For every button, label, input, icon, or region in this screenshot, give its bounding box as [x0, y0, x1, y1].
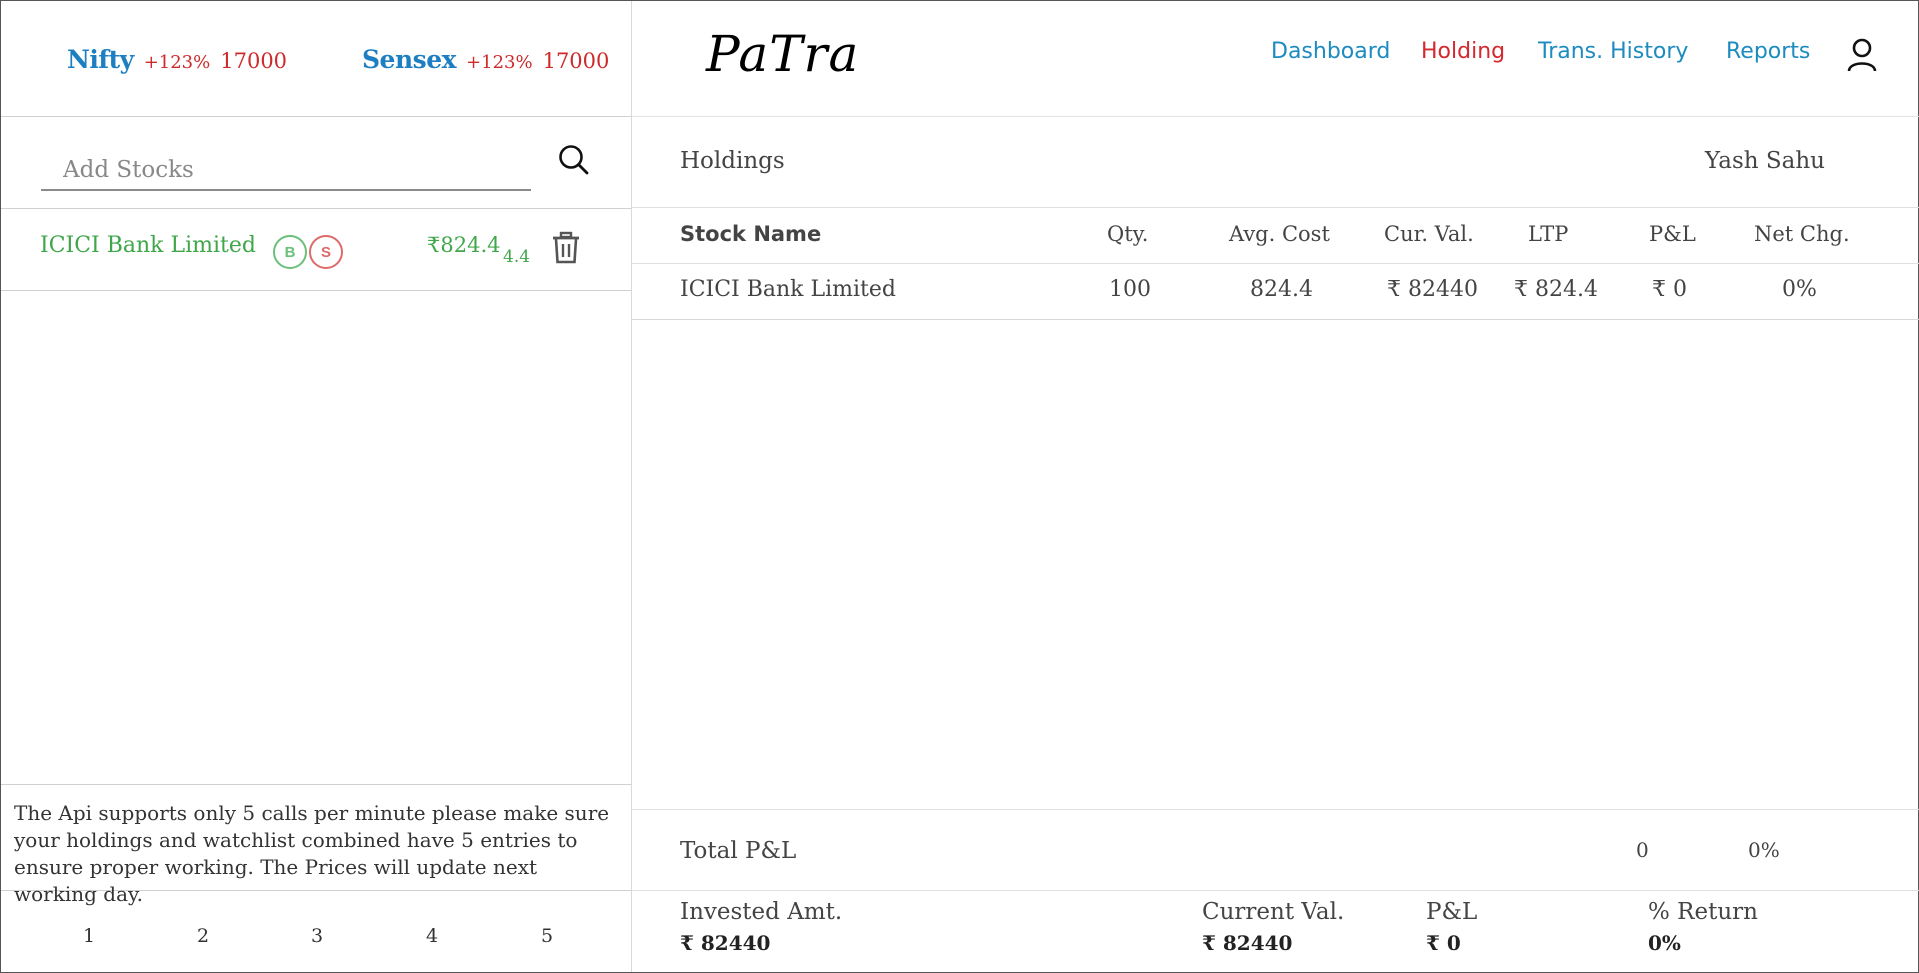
total-pl-label: Total P&L — [680, 838, 797, 864]
add-stocks-input[interactable] — [41, 151, 531, 191]
return-label: % Return — [1648, 899, 1758, 925]
header-net-chg: Net Chg. — [1754, 222, 1850, 246]
invested-label: Invested Amt. — [680, 899, 843, 925]
search-icon[interactable] — [557, 143, 591, 177]
sell-button[interactable]: S — [309, 235, 343, 269]
total-pl-percent: 0% — [1748, 838, 1780, 862]
nav-reports[interactable]: Reports — [1726, 39, 1810, 64]
page-3[interactable]: 3 — [311, 925, 323, 947]
header-qty: Qty. — [1107, 222, 1149, 246]
index-sensex: Sensex +123% 17000 — [362, 45, 609, 74]
index-value: 17000 — [542, 49, 610, 73]
current-label: Current Val. — [1202, 899, 1345, 925]
index-change: +123% — [143, 52, 211, 73]
current-value: ₹ 82440 — [1202, 931, 1293, 955]
table-row[interactable]: ICICI Bank Limited 100 824.4 ₹ 82440 ₹ 8… — [632, 264, 1919, 320]
header-cur-val: Cur. Val. — [1384, 222, 1474, 246]
total-pl-value: 0 — [1636, 838, 1649, 862]
page-header: Holdings Yash Sahu — [632, 117, 1919, 208]
index-nifty: Nifty +123% 17000 — [67, 45, 287, 74]
page-title: Holdings — [680, 148, 785, 174]
top-navbar: PaTra Dashboard Holding Trans. History R… — [632, 1, 1919, 117]
trash-icon[interactable] — [551, 231, 581, 265]
watchlist-stock-name[interactable]: ICICI Bank Limited — [40, 233, 256, 258]
summary-current: Current Val. ₹ 82440 — [1202, 899, 1344, 955]
summary-return: % Return 0% — [1648, 899, 1758, 955]
search-bar — [1, 117, 631, 209]
page-5[interactable]: 5 — [541, 925, 553, 947]
watchlist-item[interactable]: ICICI Bank Limited B S ₹824.4 4.4 — [1, 209, 631, 291]
user-icon[interactable] — [1846, 37, 1878, 73]
index-name: Nifty — [67, 45, 134, 74]
invested-value: ₹ 82440 — [680, 931, 771, 955]
watchlist-change: 4.4 — [503, 247, 531, 267]
nav-holding[interactable]: Holding — [1421, 39, 1505, 64]
cell-pl: ₹ 0 — [1652, 277, 1687, 302]
buy-button[interactable]: B — [273, 235, 307, 269]
index-name: Sensex — [362, 45, 457, 74]
header-ltp: LTP — [1528, 222, 1569, 246]
cell-avg-cost: 824.4 — [1250, 277, 1313, 302]
cell-cur-val: ₹ 82440 — [1387, 277, 1478, 302]
user-name: Yash Sahu — [1704, 148, 1825, 174]
header-avg-cost: Avg. Cost — [1229, 222, 1330, 246]
main-panel: PaTra Dashboard Holding Trans. History R… — [632, 1, 1919, 972]
total-pl-row: Total P&L 0 0% — [632, 809, 1919, 891]
watchlist-price: ₹824.4 — [427, 233, 501, 257]
brand-logo[interactable]: PaTra — [706, 25, 859, 83]
cell-net-chg: 0% — [1782, 277, 1817, 302]
return-value: 0% — [1648, 931, 1681, 955]
index-value: 17000 — [220, 49, 288, 73]
app-window: Nifty +123% 17000 Sensex +123% 17000 ICI… — [0, 0, 1919, 973]
cell-stock-name: ICICI Bank Limited — [680, 277, 896, 302]
summary-invested: Invested Amt. ₹ 82440 — [680, 899, 842, 955]
pl-label: P&L — [1426, 899, 1478, 925]
holdings-table-header: Stock Name Qty. Avg. Cost Cur. Val. LTP … — [632, 209, 1919, 264]
header-pl: P&L — [1649, 222, 1696, 246]
cell-qty: 100 — [1109, 277, 1151, 302]
page-2[interactable]: 2 — [197, 925, 209, 947]
api-notice: The Api supports only 5 calls per minute… — [1, 784, 631, 906]
page-4[interactable]: 4 — [426, 925, 438, 947]
pl-value: ₹ 0 — [1426, 931, 1461, 955]
summary-pl: P&L ₹ 0 — [1426, 899, 1477, 955]
page-1[interactable]: 1 — [83, 925, 95, 947]
watchlist-pagination: 1 2 3 4 5 — [1, 891, 631, 972]
portfolio-summary: Invested Amt. ₹ 82440 Current Val. ₹ 824… — [632, 891, 1919, 972]
header-stock-name: Stock Name — [680, 222, 822, 246]
index-change: +123% — [466, 52, 533, 73]
watchlist-panel: Nifty +123% 17000 Sensex +123% 17000 ICI… — [1, 1, 632, 972]
market-indices-bar: Nifty +123% 17000 Sensex +123% 17000 — [1, 1, 631, 117]
cell-ltp: ₹ 824.4 — [1514, 277, 1598, 302]
nav-trans-history[interactable]: Trans. History — [1538, 39, 1688, 64]
nav-dashboard[interactable]: Dashboard — [1271, 39, 1390, 64]
